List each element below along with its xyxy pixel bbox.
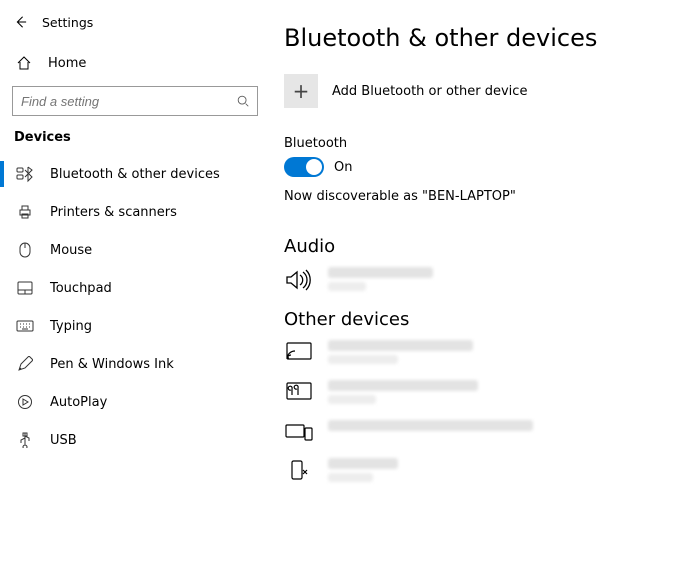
audio-device-item[interactable] [284,267,680,291]
nav-item-label: AutoPlay [50,395,107,410]
nav-autoplay[interactable]: AutoPlay [0,383,270,421]
app-title: Settings [42,15,93,30]
nav-home[interactable]: Home [0,44,270,82]
phone-device-icon [284,458,314,482]
nav-bluetooth-other-devices[interactable]: Bluetooth & other devices [0,155,270,193]
nav-item-label: USB [50,433,77,448]
nav-item-label: Pen & Windows Ink [50,357,174,372]
main-content: Bluetooth & other devices + Add Bluetoot… [270,0,680,566]
redacted-device-name [328,458,398,482]
media-device-icon [284,380,314,402]
nav-item-label: Touchpad [50,281,112,296]
nav-touchpad[interactable]: Touchpad [0,269,270,307]
plus-icon: + [284,74,318,108]
bluetooth-toggle[interactable] [284,157,324,177]
touchpad-icon [16,281,34,295]
mouse-icon [16,242,34,258]
other-device-item[interactable] [284,420,680,442]
add-device-label: Add Bluetooth or other device [332,84,527,99]
bluetooth-state: On [334,160,352,175]
nav-usb[interactable]: USB [0,421,270,459]
category-header: Devices [0,126,270,155]
nav-list: Bluetooth & other devices Printers & sca… [0,155,270,459]
printer-icon [16,204,34,220]
redacted-device-name [328,420,533,435]
other-device-item[interactable] [284,340,680,364]
bluetooth-label: Bluetooth [284,136,680,151]
home-icon [16,55,32,71]
nav-printers-scanners[interactable]: Printers & scanners [0,193,270,231]
speaker-icon [284,267,314,291]
autoplay-icon [16,394,34,410]
sidebar-header: Settings [0,0,270,44]
nav-mouse[interactable]: Mouse [0,231,270,269]
nav-pen-windows-ink[interactable]: Pen & Windows Ink [0,345,270,383]
keyboard-icon [16,320,34,332]
back-icon[interactable] [12,14,28,30]
page-title: Bluetooth & other devices [284,24,680,52]
nav-home-label: Home [48,56,86,71]
search-icon [236,94,250,108]
search-container [0,82,270,126]
nav-typing[interactable]: Typing [0,307,270,345]
other-device-item[interactable] [284,380,680,404]
redacted-device-name [328,380,478,404]
nav-item-label: Typing [50,319,92,334]
usb-icon [16,432,34,448]
nav-item-label: Mouse [50,243,92,258]
redacted-device-name [328,340,473,364]
sidebar: Settings Home Devices Bluetooth & oth [0,0,270,566]
add-device-button[interactable]: + Add Bluetooth or other device [284,74,680,108]
cast-device-icon [284,340,314,362]
redacted-device-name [328,267,433,291]
discoverable-status: Now discoverable as "BEN-LAPTOP" [284,189,680,204]
multi-device-icon [284,420,314,442]
other-device-item[interactable] [284,458,680,482]
nav-item-label: Printers & scanners [50,205,177,220]
section-other-title: Other devices [284,309,680,330]
search-input[interactable] [12,86,258,116]
nav-item-label: Bluetooth & other devices [50,167,220,182]
pen-icon [16,356,34,372]
section-audio-title: Audio [284,236,680,257]
bluetooth-list-icon [16,165,34,183]
